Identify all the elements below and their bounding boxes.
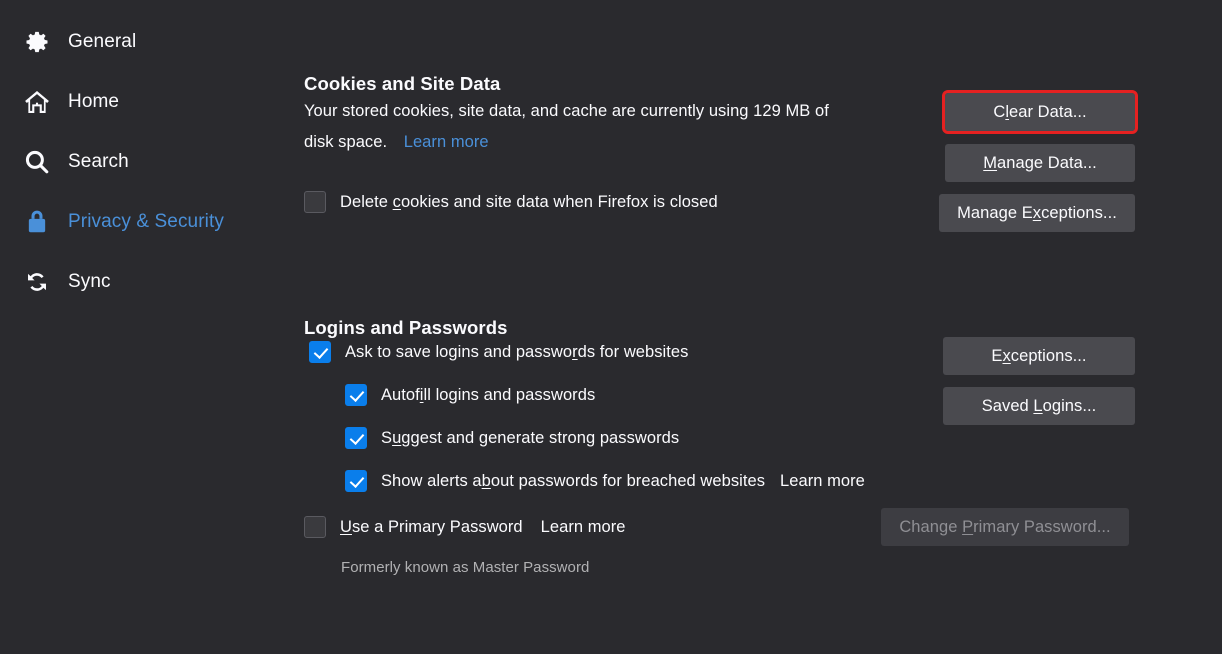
settings-main-pane: Cookies and Site Data Your stored cookie… (290, 0, 1222, 654)
manage-data-button[interactable]: Manage Data... (945, 144, 1135, 182)
breach-alerts-checkbox[interactable] (345, 470, 367, 492)
saved-logins-button[interactable]: Saved Logins... (943, 387, 1135, 425)
change-primary-password-button: Change Primary Password... (881, 508, 1129, 546)
change-primary-password-button-label: Change Primary Password... (899, 517, 1111, 536)
firefox-preferences-window: General Home Search Privacy & Security S… (0, 0, 1222, 654)
sidebar-item-general[interactable]: General (0, 22, 290, 62)
breach-alerts-label: Show alerts about passwords for breached… (381, 471, 766, 490)
gear-icon (22, 27, 52, 57)
logins-section-title: Logins and Passwords (304, 317, 508, 339)
lock-icon (22, 207, 52, 237)
settings-sidebar: General Home Search Privacy & Security S… (0, 0, 290, 654)
clear-data-button[interactable]: Clear Data... (942, 90, 1138, 134)
sync-icon (22, 267, 52, 297)
primary-password-checkbox[interactable] (304, 516, 326, 538)
ask-to-save-logins-label: Ask to save logins and passwords for web… (345, 342, 689, 361)
sidebar-item-label: Sync (68, 271, 111, 292)
sidebar-item-search[interactable]: Search (0, 142, 290, 182)
cookies-learn-more-link[interactable]: Learn more (404, 133, 489, 151)
cookies-description: Your stored cookies, site data, and cach… (304, 96, 914, 158)
delete-cookies-on-close-label: Delete cookies and site data when Firefo… (340, 192, 718, 211)
manage-data-button-label: Manage Data... (983, 153, 1097, 172)
suggest-strong-passwords-row[interactable]: Suggest and generate strong passwords (345, 427, 679, 449)
clear-data-button-label: Clear Data... (993, 102, 1087, 121)
primary-password-note: Formerly known as Master Password (341, 559, 590, 576)
primary-password-learn-more-link[interactable]: Learn more (541, 518, 626, 537)
breach-alerts-learn-more-link[interactable]: Learn more (780, 472, 865, 491)
primary-password-label: Use a Primary Password (340, 517, 523, 536)
ask-to-save-logins-checkbox[interactable] (309, 341, 331, 363)
sidebar-item-label: General (68, 31, 137, 52)
autofill-logins-row[interactable]: Autofill logins and passwords (345, 384, 595, 406)
manage-exceptions-button-label: Manage Exceptions... (957, 203, 1117, 222)
logins-exceptions-button-label: Exceptions... (991, 346, 1087, 365)
cookies-description-line2: disk space. (304, 133, 388, 151)
primary-password-row[interactable]: Use a Primary Password Learn more (304, 516, 626, 538)
ask-to-save-logins-row[interactable]: Ask to save logins and passwords for web… (309, 341, 688, 363)
cookies-description-line1: Your stored cookies, site data, and cach… (304, 102, 829, 120)
suggest-strong-passwords-label: Suggest and generate strong passwords (381, 428, 680, 447)
sidebar-item-label: Search (68, 151, 129, 172)
manage-exceptions-button[interactable]: Manage Exceptions... (939, 194, 1135, 232)
sidebar-item-label: Home (68, 91, 120, 112)
logins-exceptions-button[interactable]: Exceptions... (943, 337, 1135, 375)
home-icon (22, 87, 52, 117)
delete-cookies-on-close-checkbox[interactable] (304, 191, 326, 213)
sidebar-item-label: Privacy & Security (68, 211, 224, 232)
saved-logins-button-label: Saved Logins... (981, 396, 1097, 415)
autofill-logins-checkbox[interactable] (345, 384, 367, 406)
sidebar-item-privacy-security[interactable]: Privacy & Security (0, 202, 290, 242)
autofill-logins-label: Autofill logins and passwords (381, 385, 596, 404)
sidebar-item-home[interactable]: Home (0, 82, 290, 122)
cookies-section-title: Cookies and Site Data (304, 73, 501, 95)
breach-alerts-row[interactable]: Show alerts about passwords for breached… (345, 470, 865, 492)
sidebar-item-sync[interactable]: Sync (0, 262, 290, 302)
suggest-strong-passwords-checkbox[interactable] (345, 427, 367, 449)
search-icon (22, 147, 52, 177)
delete-cookies-on-close-row[interactable]: Delete cookies and site data when Firefo… (304, 191, 718, 213)
